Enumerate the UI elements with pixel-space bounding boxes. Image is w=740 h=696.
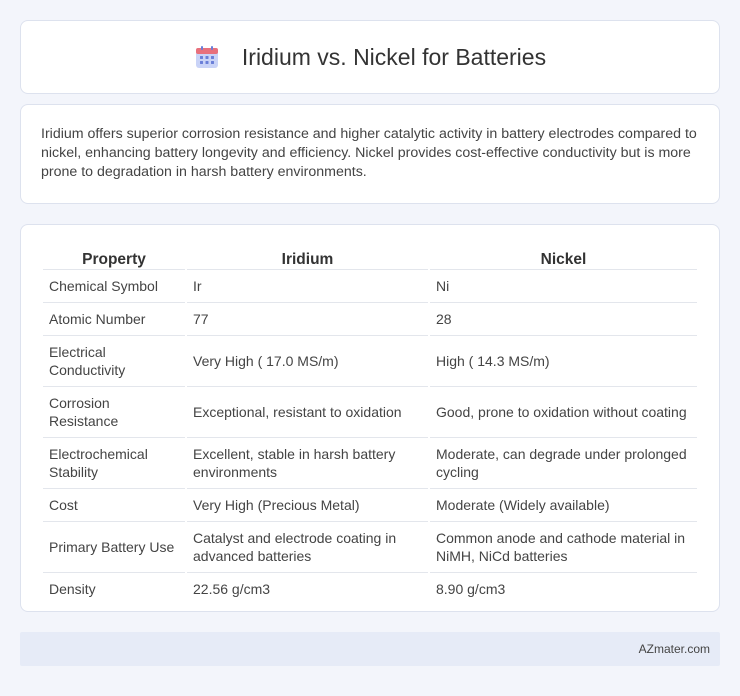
page-title: Iridium vs. Nickel for Batteries <box>241 43 547 70</box>
iridium-cell: Exceptional, resistant to oxidation <box>187 386 428 437</box>
table-row: Corrosion Resistance Exceptional, resist… <box>43 386 697 437</box>
nickel-cell: 28 <box>430 302 697 335</box>
nickel-cell: 8.90 g/cm3 <box>430 572 697 605</box>
footer: AZmater.com <box>20 632 720 666</box>
nickel-cell: Good, prone to oxidation without coating <box>430 386 697 437</box>
iridium-cell: Very High (Precious Metal) <box>187 488 428 521</box>
nickel-cell: Moderate, can degrade under prolonged cy… <box>430 437 697 488</box>
property-cell: Density <box>43 572 185 605</box>
iridium-cell: 22.56 g/cm3 <box>187 572 428 605</box>
iridium-cell: Very High ( 17.0 MS/m) <box>187 335 428 386</box>
property-cell: Atomic Number <box>43 302 185 335</box>
property-cell: Chemical Symbol <box>43 269 185 302</box>
property-cell: Electrical Conductivity <box>43 335 185 386</box>
iridium-cell: 77 <box>187 302 428 335</box>
nickel-cell: Common anode and cathode material in NiM… <box>430 521 697 572</box>
nickel-cell: High ( 14.3 MS/m) <box>430 335 697 386</box>
property-cell: Corrosion Resistance <box>43 386 185 437</box>
iridium-cell: Catalyst and electrode coating in advanc… <box>187 521 428 572</box>
comparison-table: Property Iridium Nickel Chemical Symbol … <box>41 245 699 605</box>
footer-source: AZmater.com <box>638 642 710 656</box>
title-card: Iridium vs. Nickel for Batteries <box>20 20 720 94</box>
iridium-cell: Ir <box>187 269 428 302</box>
comparison-card: Property Iridium Nickel Chemical Symbol … <box>20 224 720 612</box>
table-row: Electrical Conductivity Very High ( 17.0… <box>43 335 697 386</box>
header-nickel: Nickel <box>540 251 587 268</box>
intro-text: Iridium offers superior corrosion resist… <box>41 126 697 180</box>
nickel-cell: Moderate (Widely available) <box>430 488 697 521</box>
header-property: Property <box>82 251 146 268</box>
header-iridium: Iridium <box>281 251 334 268</box>
property-cell: Cost <box>43 488 185 521</box>
property-cell: Electrochemical Stability <box>43 437 185 488</box>
iridium-cell: Excellent, stable in harsh battery envir… <box>187 437 428 488</box>
table-row: Primary Battery Use Catalyst and electro… <box>43 521 697 572</box>
intro-card: Iridium offers superior corrosion resist… <box>20 104 720 204</box>
nickel-cell: Ni <box>430 269 697 302</box>
table-row: Atomic Number 77 28 <box>43 302 697 335</box>
calendar-icon <box>194 44 220 70</box>
table-row: Chemical Symbol Ir Ni <box>43 269 697 302</box>
table-row: Density 22.56 g/cm3 8.90 g/cm3 <box>43 572 697 605</box>
table-header-row: Property Iridium Nickel <box>43 245 697 269</box>
table-row: Cost Very High (Precious Metal) Moderate… <box>43 488 697 521</box>
table-row: Electrochemical Stability Excellent, sta… <box>43 437 697 488</box>
property-cell: Primary Battery Use <box>43 521 185 572</box>
